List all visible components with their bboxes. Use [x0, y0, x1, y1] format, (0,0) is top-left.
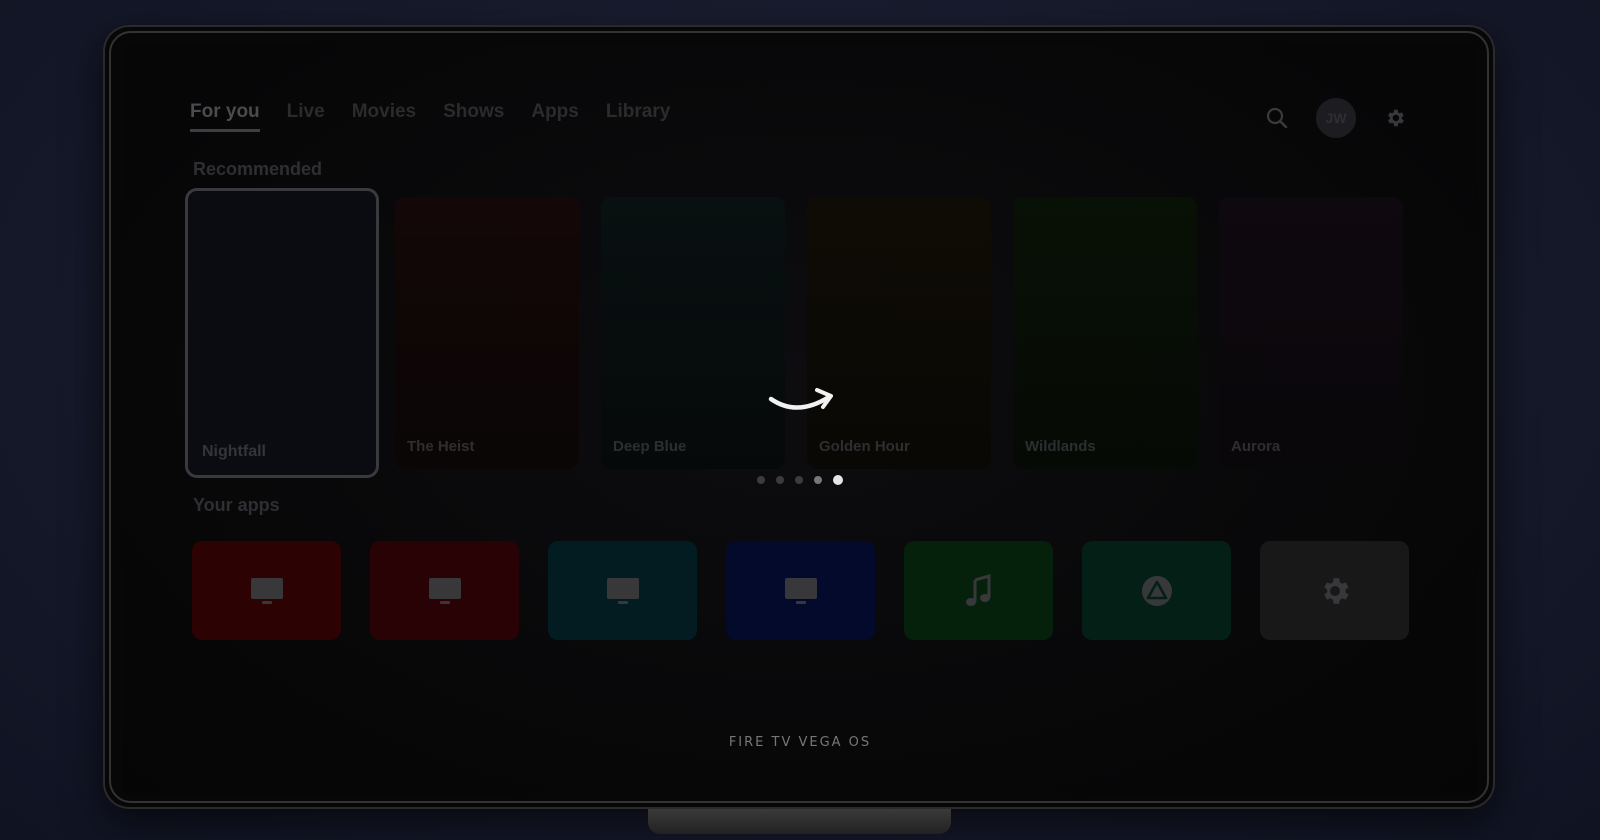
card-deep-blue[interactable]: Deep Blue [601, 197, 785, 469]
pager-dot[interactable] [814, 476, 822, 484]
your-apps-heading: Your apps [193, 495, 280, 515]
card-aurora[interactable]: Aurora [1219, 197, 1403, 469]
card-the-heist[interactable]: The Heist [395, 197, 579, 469]
tab-movies[interactable]: Movies [352, 101, 416, 132]
card-title: The Heist [407, 438, 475, 455]
top-nav: For you Live Movies Shows Apps Library [190, 101, 670, 132]
apps-row [192, 541, 1409, 640]
music-note-icon [965, 573, 990, 606]
avatar[interactable]: JW [1316, 98, 1356, 138]
top-actions: JW [1264, 98, 1408, 138]
tv-icon [784, 577, 817, 604]
search-icon[interactable] [1264, 105, 1290, 131]
gear-icon[interactable] [1382, 105, 1408, 131]
tv-stand [648, 809, 951, 834]
gear-icon [1323, 577, 1349, 604]
card-title: Deep Blue [613, 438, 687, 455]
card-golden-hour[interactable]: Golden Hour [807, 197, 991, 469]
recommended-row: Nightfall The Heist Deep Blue Golden Hou… [185, 188, 1425, 488]
card-title: Nightfall [202, 443, 266, 460]
app-tile-7[interactable] [1260, 541, 1409, 640]
card-wildlands[interactable]: Wildlands [1013, 197, 1197, 469]
recommended-heading: Recommended [193, 159, 323, 179]
tv-icon [250, 577, 283, 604]
tv-icon [428, 577, 461, 604]
tab-live[interactable]: Live [287, 101, 325, 132]
tab-for-you[interactable]: For you [190, 101, 260, 132]
tv-screen: For you Live Movies Shows Apps Library J… [122, 43, 1478, 795]
carousel-pager [757, 475, 843, 485]
pager-dot-active[interactable] [833, 475, 843, 485]
avatar-initials: JW [1325, 110, 1347, 126]
app-tile-2[interactable] [370, 541, 519, 640]
app-tile-6[interactable] [1082, 541, 1231, 640]
tab-apps[interactable]: Apps [531, 101, 579, 132]
app-tile-4[interactable] [726, 541, 875, 640]
card-nightfall[interactable]: Nightfall [185, 188, 379, 478]
tab-library[interactable]: Library [606, 101, 670, 132]
app-tile-1[interactable] [192, 541, 341, 640]
app-tile-3[interactable] [548, 541, 697, 640]
tab-shows[interactable]: Shows [443, 101, 504, 132]
amazon-smile-arrow-icon [767, 383, 837, 423]
pager-dot[interactable] [757, 476, 765, 484]
tv-icon [606, 577, 639, 604]
card-title: Golden Hour [819, 438, 910, 455]
pager-dot[interactable] [776, 476, 784, 484]
card-title: Aurora [1231, 438, 1281, 455]
brand-footer: FIRE TV VEGA OS [728, 735, 872, 750]
pager-dot[interactable] [795, 476, 803, 484]
store-icon [1141, 575, 1172, 606]
card-title: Wildlands [1025, 438, 1096, 455]
app-tile-5[interactable] [904, 541, 1053, 640]
